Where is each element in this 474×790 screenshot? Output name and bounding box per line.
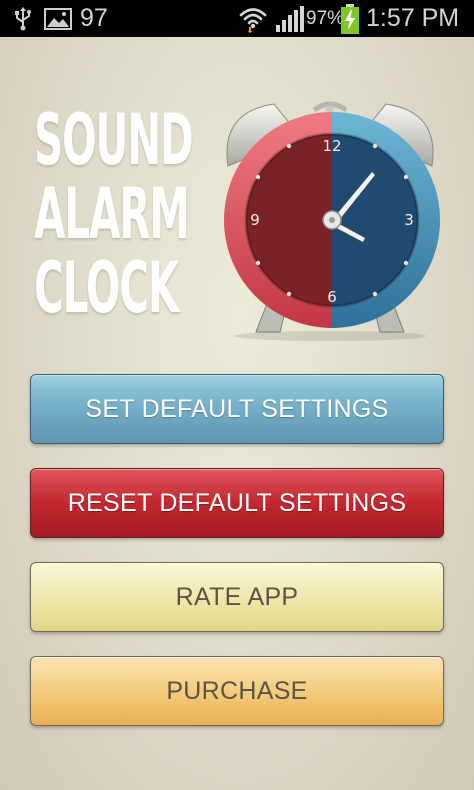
clock-number-9: 9 xyxy=(250,211,260,229)
image-icon xyxy=(44,8,72,30)
clock-number-3: 3 xyxy=(404,211,414,229)
wifi-icon xyxy=(239,8,267,33)
battery-percent: 97% xyxy=(306,8,345,29)
reset-default-settings-button[interactable]: RESET DEFAULT SETTINGS xyxy=(30,468,444,538)
notification-count: 97 xyxy=(80,4,108,32)
alarm-clock-icon: 12 3 6 9 xyxy=(224,101,440,341)
status-bar: 97 97% 1:57 PM xyxy=(0,0,474,37)
battery-charging-icon xyxy=(341,4,359,34)
logo-line-clock: CLOCK xyxy=(34,247,179,329)
clock-number-6: 6 xyxy=(327,288,337,306)
clock-number-12: 12 xyxy=(322,137,341,155)
rate-app-button[interactable]: RATE APP xyxy=(30,562,444,632)
clock-time: 1:57 PM xyxy=(366,4,460,32)
purchase-button[interactable]: PURCHASE xyxy=(30,656,444,726)
usb-icon xyxy=(15,7,31,31)
signal-icon xyxy=(276,6,304,32)
logo-line-sound: SOUND xyxy=(34,99,194,181)
logo-line-alarm: ALARM xyxy=(34,173,190,255)
set-default-settings-button[interactable]: SET DEFAULT SETTINGS xyxy=(30,374,444,444)
app-logo-text: SOUND ALARM CLOCK xyxy=(34,103,214,325)
